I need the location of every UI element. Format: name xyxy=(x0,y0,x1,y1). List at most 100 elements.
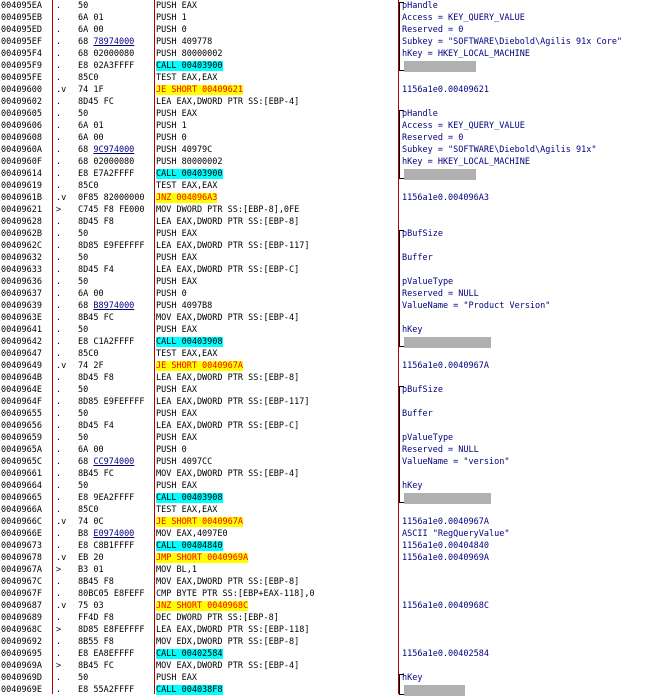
listing-row[interactable]: 00409633. 8D45 F4 LEA EAX,DWORD PTR SS:[EB… xyxy=(0,264,662,276)
flow-marker: . xyxy=(56,385,62,395)
listing-row[interactable]: 0040969E.E8 55A2FFFFCALL 004038F8RegClos… xyxy=(0,684,662,696)
comment-cell: hKey = HKEY_LOCAL_MACHINE xyxy=(402,48,662,60)
disassembly-cell: MOV EAX,4097E0 xyxy=(156,528,391,540)
listing-row[interactable]: 0040968C >8D85 E8FEFFFF LEA EAX,DWORD PTR … xyxy=(0,624,662,636)
api-name-highlight xyxy=(404,169,476,180)
hex-dump-cell: 68 B8974000 xyxy=(78,300,152,312)
listing-row[interactable]: 00409659. 50 PUSH EAX pValueType xyxy=(0,432,662,444)
hex-dump-cell: E8 C8B1FFFF xyxy=(78,540,152,552)
listing-row[interactable]: 0040964E. 50 PUSH EAX pBufSize xyxy=(0,384,662,396)
instruction-text: JMP SHORT 0040969A xyxy=(156,553,249,563)
listing-row[interactable]: 00409661. 8B45 FC MOV EAX,DWORD PTR SS:[EB… xyxy=(0,468,662,480)
listing-row[interactable]: 0040960A. 68 9C974000 PUSH 40979C Subkey = … xyxy=(0,144,662,156)
hex-dump-cell: 50 xyxy=(78,672,152,684)
listing-row[interactable]: 0040965C. 68 CC974000 PUSH 4097CC ValueName… xyxy=(0,456,662,468)
listing-row[interactable]: 00409605. 50 PUSH EAX pHandle xyxy=(0,108,662,120)
listing-row[interactable]: 00409678 .v EB 20 JMP SHORT 0040969A 1156a1e… xyxy=(0,552,662,564)
listing-row[interactable]: 00409636. 50 PUSH EAX pValueType xyxy=(0,276,662,288)
listing-row[interactable]: 0040969A >8B45 FC MOV EAX,DWORD PTR SS:[EB… xyxy=(0,660,662,672)
listing-row[interactable]: 00409649 .v 74 2F JE SHORT 0040967A 1156a1e0… xyxy=(0,360,662,372)
comment-text: 1156a1e0.004096A3 xyxy=(402,193,489,203)
listing-row[interactable]: 00409600 .v 74 1F JE SHORT 00409621 1156a1e0… xyxy=(0,84,662,96)
listing-row[interactable]: 00409641. 50 PUSH EAX hKey xyxy=(0,324,662,336)
disassembly-cell: CALL 00403900 xyxy=(156,168,391,180)
listing-row[interactable]: 004095EF. 68 78974000 PUSH 409778 Subkey = … xyxy=(0,36,662,48)
instruction-text: CALL 00402584 xyxy=(156,649,223,659)
comment-text: pBufSize xyxy=(402,385,443,395)
listing-row[interactable]: 004095FE. 85C0 TEST EAX,EAX xyxy=(0,72,662,84)
listing-row[interactable]: 00409655. 50 PUSH EAX Buffer xyxy=(0,408,662,420)
listing-row[interactable]: 00409637. 6A 00 PUSH 0 Reserved = NULL xyxy=(0,288,662,300)
hex-bytes: 50 xyxy=(78,1,89,11)
listing-row[interactable]: 0040961B .v 0F85 82000000 JNZ 004096A3 1156a… xyxy=(0,192,662,204)
listing-row[interactable]: 0040962B. 50 PUSH EAX pBufSize xyxy=(0,228,662,240)
listing-row[interactable]: 00409619. 85C0 TEST EAX,EAX xyxy=(0,180,662,192)
listing-row[interactable]: 0040967F. 80BC05 E8FEFF CMP BYTE PTR SS:[E… xyxy=(0,588,662,600)
address-cell: 00409632 xyxy=(1,253,42,263)
listing-row[interactable]: 00409689. FF4D F8 DEC DWORD PTR SS:[EBP-8] xyxy=(0,612,662,624)
listing-row[interactable]: 004095F4. 68 02000080 PUSH 80000002 hKey = … xyxy=(0,48,662,60)
listing-row[interactable]: 0040966C .v 74 0C JE SHORT 0040967A 1156a1e0… xyxy=(0,516,662,528)
listing-row[interactable]: 00409602. 8D45 FC LEA EAX,DWORD PTR SS:[EB… xyxy=(0,96,662,108)
listing-row[interactable]: 0040960F. 68 02000080 PUSH 80000002 hKey = … xyxy=(0,156,662,168)
listing-row[interactable]: 00409621 > C745 F8 FE000 MOV DWORD PTR SS:[… xyxy=(0,204,662,216)
listing-row[interactable]: 0040962C. 8D85 E9FEFFFF LEA EAX,DWORD PTR … xyxy=(0,240,662,252)
hex-dump-cell: E8 02A3FFFF xyxy=(78,60,152,72)
instruction-text: LEA EAX,DWORD PTR SS:[EBP-8] xyxy=(156,217,300,227)
listing-row[interactable]: 004095EB. 6A 01 PUSH 1 Access = KEY_QUERY_V… xyxy=(0,12,662,24)
listing-row[interactable]: 00409695. E8 EA8EFFFF CALL 00402584 1156a1e… xyxy=(0,648,662,660)
listing-row[interactable]: 00409632. 50 PUSH EAX Buffer xyxy=(0,252,662,264)
listing-row[interactable]: 00409692. 8B55 F8 MOV EDX,DWORD PTR SS:[EB… xyxy=(0,636,662,648)
hex-dump-cell: E8 C1A2FFFF xyxy=(78,336,152,348)
hex-bytes: 50 xyxy=(78,325,89,335)
comment-cell: pBufSize xyxy=(402,228,662,240)
listing-row[interactable]: 00409647. 85C0 TEST EAX,EAX xyxy=(0,348,662,360)
listing-row[interactable]: 00409687 .v 75 03 JNZ SHORT 0040968C 1156a1e… xyxy=(0,600,662,612)
comment-cell xyxy=(402,564,662,576)
hex-dump-cell: 74 2F xyxy=(78,360,152,372)
listing-row[interactable]: 00409606. 6A 01 PUSH 1 Access = KEY_QUERY_V… xyxy=(0,120,662,132)
listing-row[interactable]: 004095ED. 6A 00 PUSH 0 Reserved = 0 xyxy=(0,24,662,36)
instruction-text: PUSH 0 xyxy=(156,25,187,35)
hex-bytes: 74 0C xyxy=(78,517,104,527)
address-cell: 0040961B xyxy=(1,193,42,203)
comment-text: pHandle xyxy=(402,109,438,119)
listing-row[interactable]: 0040967A > B3 01 MOV BL,1 xyxy=(0,564,662,576)
hex-bytes: 8D45 F8 xyxy=(78,217,114,227)
hex-bytes: 68 xyxy=(78,37,94,47)
listing-row[interactable]: 0040969D. 50 PUSH EAX hKey xyxy=(0,672,662,684)
hex-dump-cell: 8B45 FC xyxy=(78,312,152,324)
listing-row[interactable]: 00409639. 68 B8974000 PUSH 4097B8 ValueName… xyxy=(0,300,662,312)
flow-marker: . xyxy=(56,637,62,647)
disassembly-cell: PUSH 0 xyxy=(156,132,391,144)
listing-row[interactable]: 00409664. 50 PUSH EAX hKey xyxy=(0,480,662,492)
disassembly-cell: LEA EAX,DWORD PTR SS:[EBP-4] xyxy=(156,96,391,108)
listing-row[interactable]: 00409642.E8 C1A2FFFFCALL 00403908RegQuer… xyxy=(0,336,662,348)
listing-row[interactable]: 00409673. E8 C8B1FFFF CALL 00404840 1156a1e… xyxy=(0,540,662,552)
listing-row[interactable]: 0040964B. 8D45 F8 LEA EAX,DWORD PTR SS:[EB… xyxy=(0,372,662,384)
listing-row[interactable]: 004095EA. 50 PUSH EAX pHandle xyxy=(0,0,662,12)
disassembly-listing[interactable]: 004095EA. 50 PUSH EAX pHandle 004095EB. 6A 01… xyxy=(0,0,662,696)
comment-text: 1156a1e0.00402584 xyxy=(402,649,489,659)
flow-marker: . xyxy=(56,1,62,11)
listing-row[interactable]: 00409628. 8D45 F8 LEA EAX,DWORD PTR SS:[EB… xyxy=(0,216,662,228)
address-cell: 0040962C xyxy=(1,241,42,251)
listing-row[interactable]: 004095F9.E8 02A3FFFFCALL 00403900RegOpen… xyxy=(0,60,662,72)
hex-bytes: 50 xyxy=(78,253,89,263)
listing-row[interactable]: 0040967C. 8B45 F8 MOV EAX,DWORD PTR SS:[EB… xyxy=(0,576,662,588)
hex-bytes: 8D85 E9FEFFFF xyxy=(78,241,145,251)
listing-row[interactable]: 0040965A. 6A 00 PUSH 0 Reserved = NULL xyxy=(0,444,662,456)
listing-row[interactable]: 0040966A. 85C0 TEST EAX,EAX xyxy=(0,504,662,516)
listing-row[interactable]: 00409665.E8 9EA2FFFFCALL 00403908RegQuer… xyxy=(0,492,662,504)
listing-row[interactable]: 00409614.E8 E7A2FFFFCALL 00403900RegOpen… xyxy=(0,168,662,180)
hex-bytes: 50 xyxy=(78,109,89,119)
comment-cell: pBufSize xyxy=(402,384,662,396)
listing-row[interactable]: 0040963E. 8B45 FC MOV EAX,DWORD PTR SS:[EB… xyxy=(0,312,662,324)
listing-row[interactable]: 0040964F. 8D85 E9FEFFFF LEA EAX,DWORD PTR … xyxy=(0,396,662,408)
listing-row[interactable]: 00409656. 8D45 F4 LEA EAX,DWORD PTR SS:[EB… xyxy=(0,420,662,432)
comment-cell: hKey xyxy=(402,324,662,336)
listing-row[interactable]: 0040966E. B8 E0974000 MOV EAX,4097E0 ASCII … xyxy=(0,528,662,540)
listing-row[interactable]: 00409608. 6A 00 PUSH 0 Reserved = 0 xyxy=(0,132,662,144)
address-cell: 004095F4 xyxy=(1,49,42,59)
address-cell: 00409621 xyxy=(1,205,42,215)
